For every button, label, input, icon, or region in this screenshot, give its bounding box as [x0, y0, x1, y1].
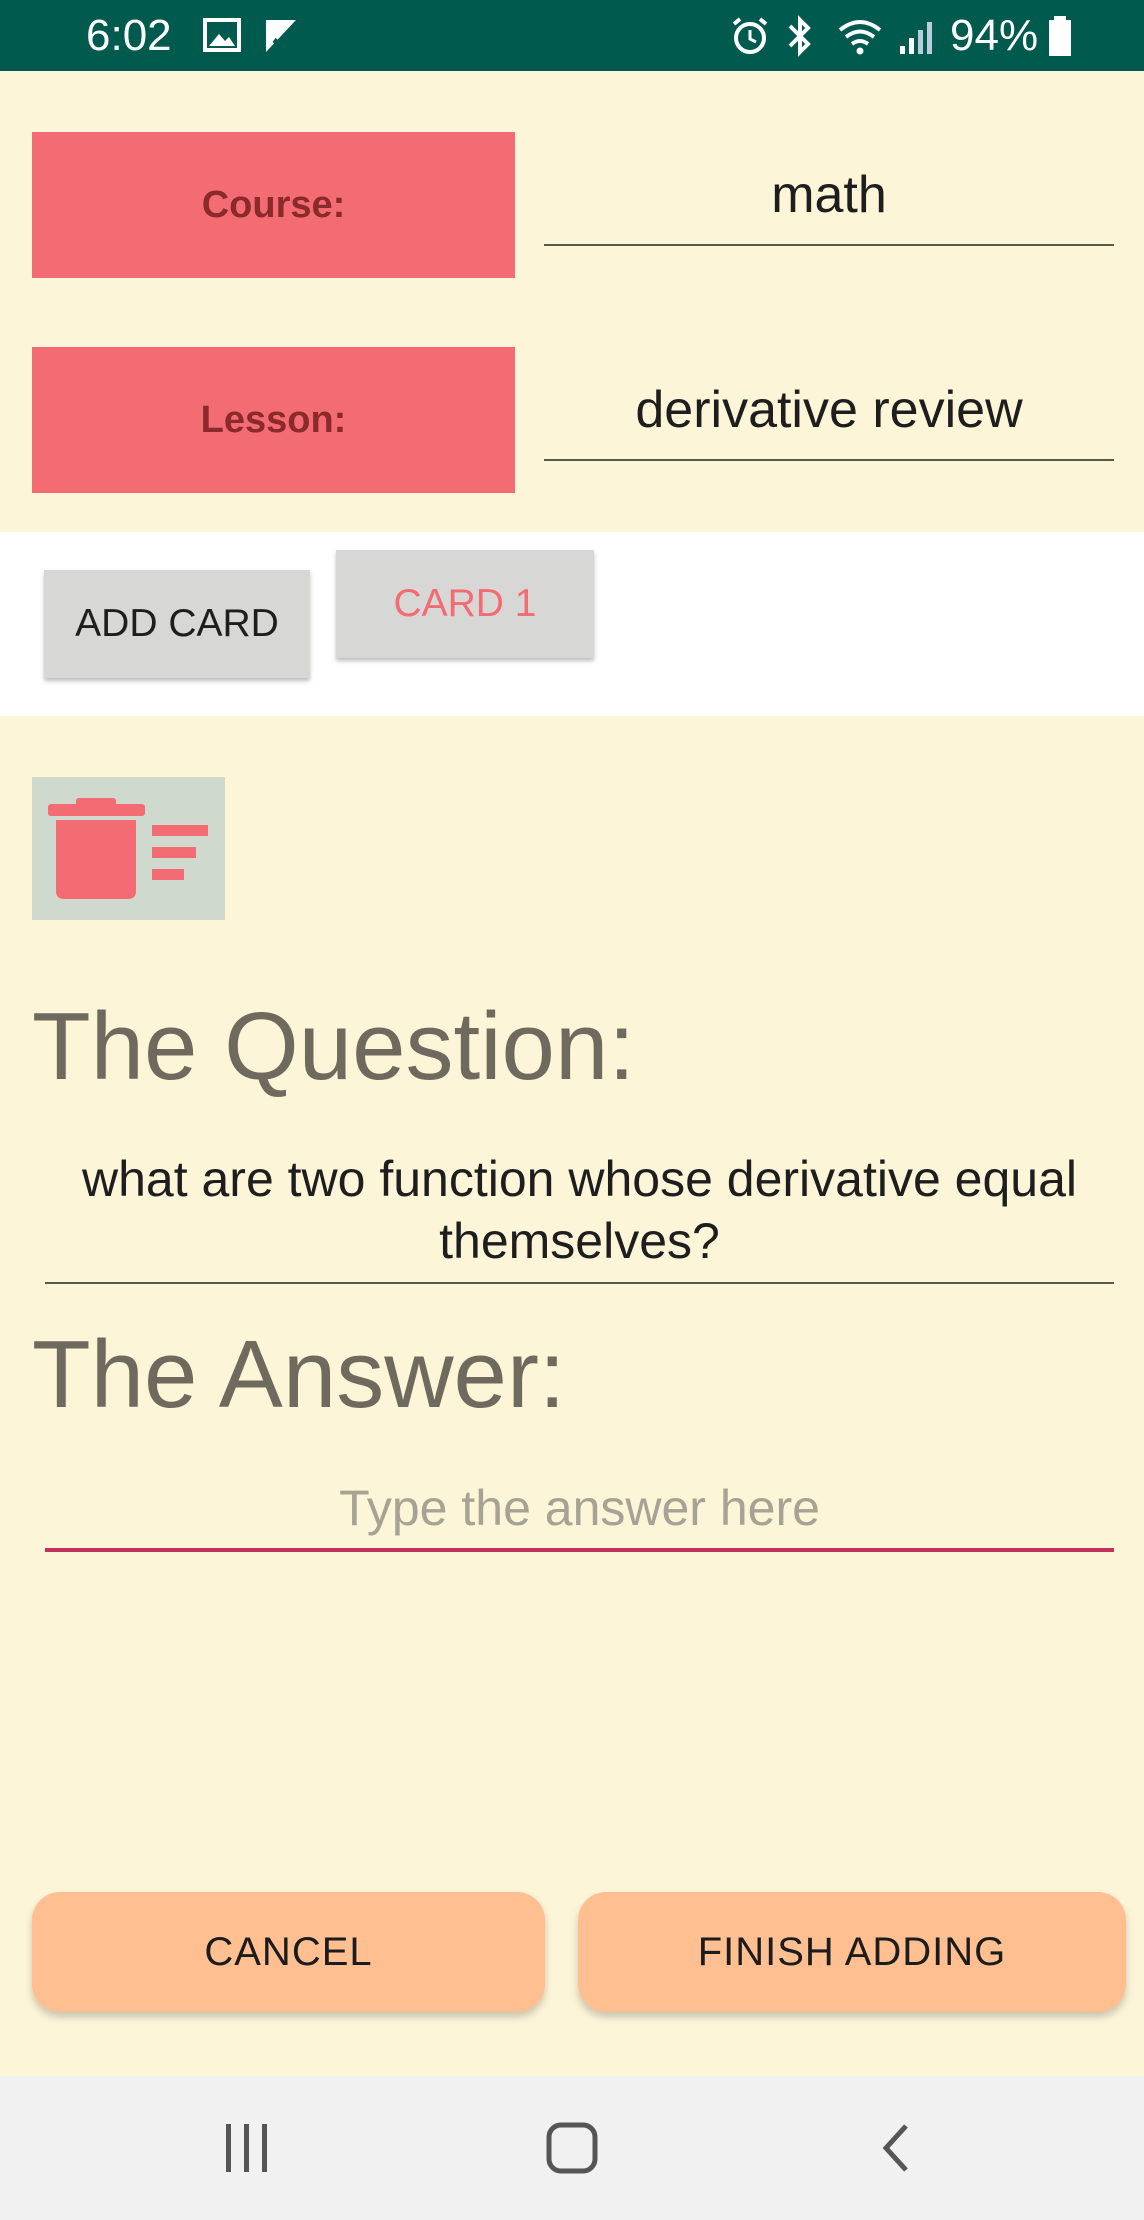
add-card-button[interactable]: ADD CARD: [44, 570, 310, 678]
card-tab-1[interactable]: CARD 1: [336, 550, 594, 658]
answer-input[interactable]: [45, 1468, 1114, 1552]
status-bar: 6:02 94%: [0, 0, 1144, 71]
recent-apps-icon[interactable]: [222, 2120, 274, 2176]
back-icon[interactable]: [876, 2120, 916, 2176]
home-icon[interactable]: [544, 2120, 600, 2176]
card-tab-1-label: CARD 1: [393, 582, 537, 625]
finish-adding-label: FINISH ADDING: [697, 1929, 1007, 1974]
cancel-button-label: CANCEL: [204, 1929, 373, 1974]
lesson-label-text: Lesson:: [200, 398, 347, 441]
answer-heading: The Answer:: [32, 1321, 566, 1428]
battery-icon: [1049, 16, 1071, 56]
trash-list-icon: [48, 798, 208, 899]
alarm-icon: [732, 17, 768, 54]
course-field[interactable]: math: [544, 146, 1114, 246]
status-time: 6:02: [86, 11, 172, 60]
cancel-button[interactable]: CANCEL: [32, 1892, 545, 2012]
bluetooth-icon: [788, 15, 811, 57]
signal-icon: [900, 22, 932, 54]
add-card-label: ADD CARD: [75, 602, 279, 645]
lesson-label: Lesson:: [32, 347, 515, 493]
finish-adding-button[interactable]: FINISH ADDING: [578, 1892, 1126, 2012]
course-label-text: Course:: [201, 183, 346, 226]
navigation-bar: [0, 2076, 1144, 2220]
lesson-field-value: derivative review: [635, 381, 1023, 439]
delete-card-button[interactable]: [32, 777, 225, 920]
lesson-field[interactable]: derivative review: [544, 361, 1114, 461]
card-strip: ADD CARD CARD 1: [0, 532, 1144, 716]
battery-percent: 94%: [950, 11, 1039, 60]
image-icon: [203, 18, 241, 52]
course-label: Course:: [32, 132, 515, 278]
question-heading: The Question:: [32, 993, 635, 1100]
course-field-value: math: [771, 166, 887, 224]
question-field[interactable]: what are two function whose derivative e…: [45, 1148, 1114, 1284]
wifi-icon: [838, 20, 882, 55]
check-icon: [266, 20, 298, 52]
